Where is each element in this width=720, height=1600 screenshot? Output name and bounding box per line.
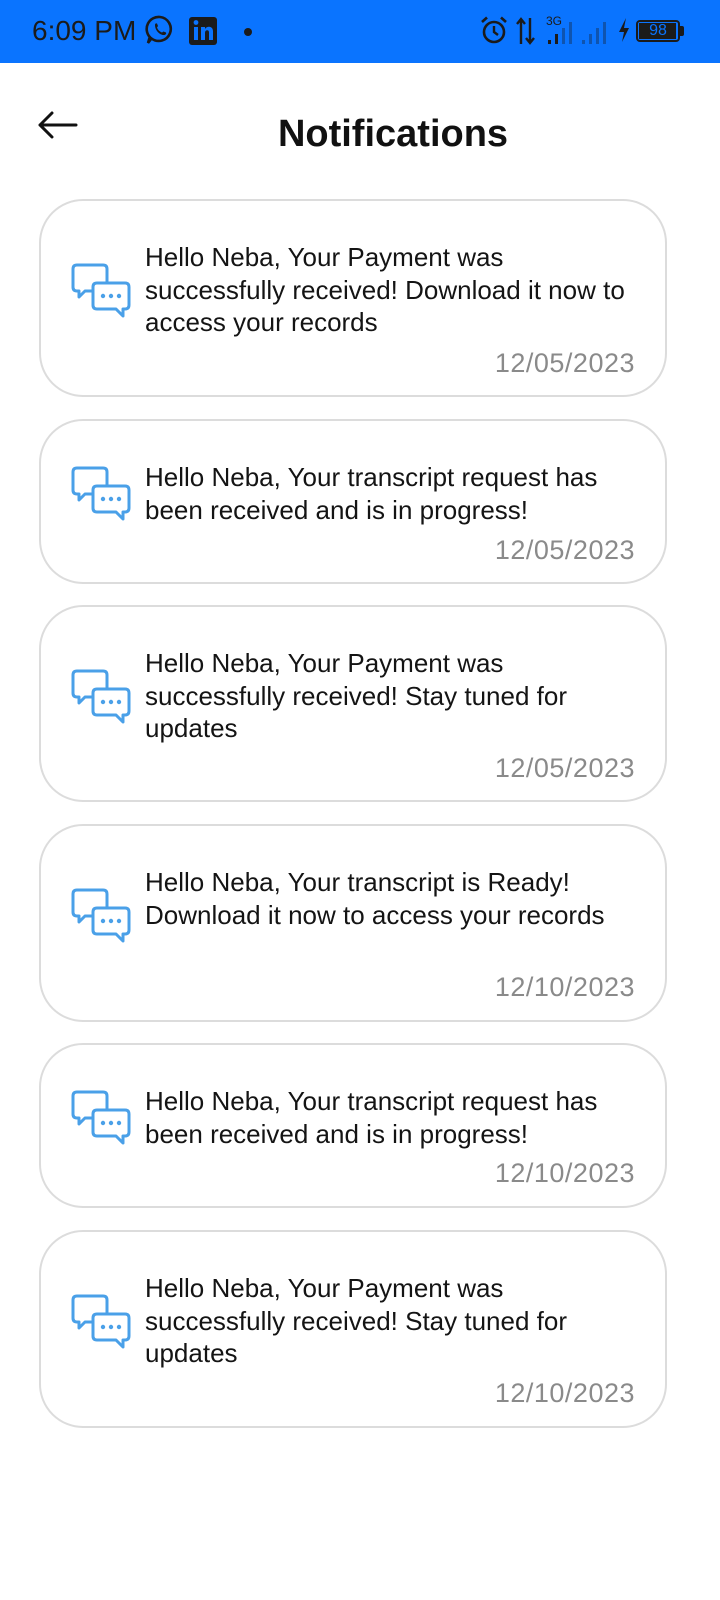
chat-bubbles-icon	[71, 1090, 131, 1145]
chat-bubbles-icon	[71, 669, 131, 724]
notification-message: Hello Neba, Your transcript request has …	[145, 462, 598, 525]
notification-card[interactable]: Hello Neba, Your transcript is Ready! Do…	[39, 824, 667, 1022]
notification-date: 12/10/2023	[494, 1158, 635, 1188]
battery-level: 98	[649, 22, 667, 39]
chat-bubbles-icon	[71, 888, 131, 943]
page-title: Notifications	[277, 113, 509, 155]
status-time: 6:09 PM	[32, 15, 137, 46]
chat-bubbles-icon	[71, 1294, 131, 1349]
notification-date: 12/10/2023	[494, 972, 635, 1002]
chat-bubbles-icon	[71, 466, 131, 521]
chat-bubbles-icon	[71, 263, 131, 318]
notification-card[interactable]: Hello Neba, Your transcript request has …	[39, 419, 667, 584]
data-transfer-icon	[516, 17, 535, 45]
charging-icon	[619, 18, 629, 42]
notification-message: Hello Neba, Your transcript is Ready! Do…	[145, 867, 605, 930]
status-bar: 6:09 PM 3G 98	[0, 0, 720, 63]
notification-date: 12/05/2023	[494, 348, 635, 378]
notification-message: Hello Neba, Your Payment was successfull…	[145, 648, 567, 743]
battery-icon: 98	[636, 20, 686, 44]
alarm-icon	[481, 16, 507, 44]
whatsapp-icon	[145, 15, 173, 44]
notification-date: 12/05/2023	[494, 753, 635, 783]
notification-message: Hello Neba, Your Payment was successfull…	[145, 242, 625, 337]
notification-card[interactable]: Hello Neba, Your Payment was successfull…	[39, 199, 667, 397]
notification-message: Hello Neba, Your Payment was successfull…	[145, 1273, 567, 1368]
notification-date: 12/05/2023	[494, 535, 635, 565]
notification-card[interactable]: Hello Neba, Your transcript request has …	[39, 1043, 667, 1208]
notification-card[interactable]: Hello Neba, Your Payment was successfull…	[39, 1230, 667, 1428]
notification-card[interactable]: Hello Neba, Your Payment was successfull…	[39, 605, 667, 802]
notification-dot	[244, 28, 252, 36]
signal-icon	[548, 22, 572, 44]
signal-icon	[582, 22, 606, 44]
notification-message: Hello Neba, Your transcript request has …	[145, 1086, 598, 1149]
battery-tip	[680, 26, 684, 36]
linkedin-icon	[189, 17, 217, 45]
notification-date: 12/10/2023	[494, 1378, 635, 1408]
